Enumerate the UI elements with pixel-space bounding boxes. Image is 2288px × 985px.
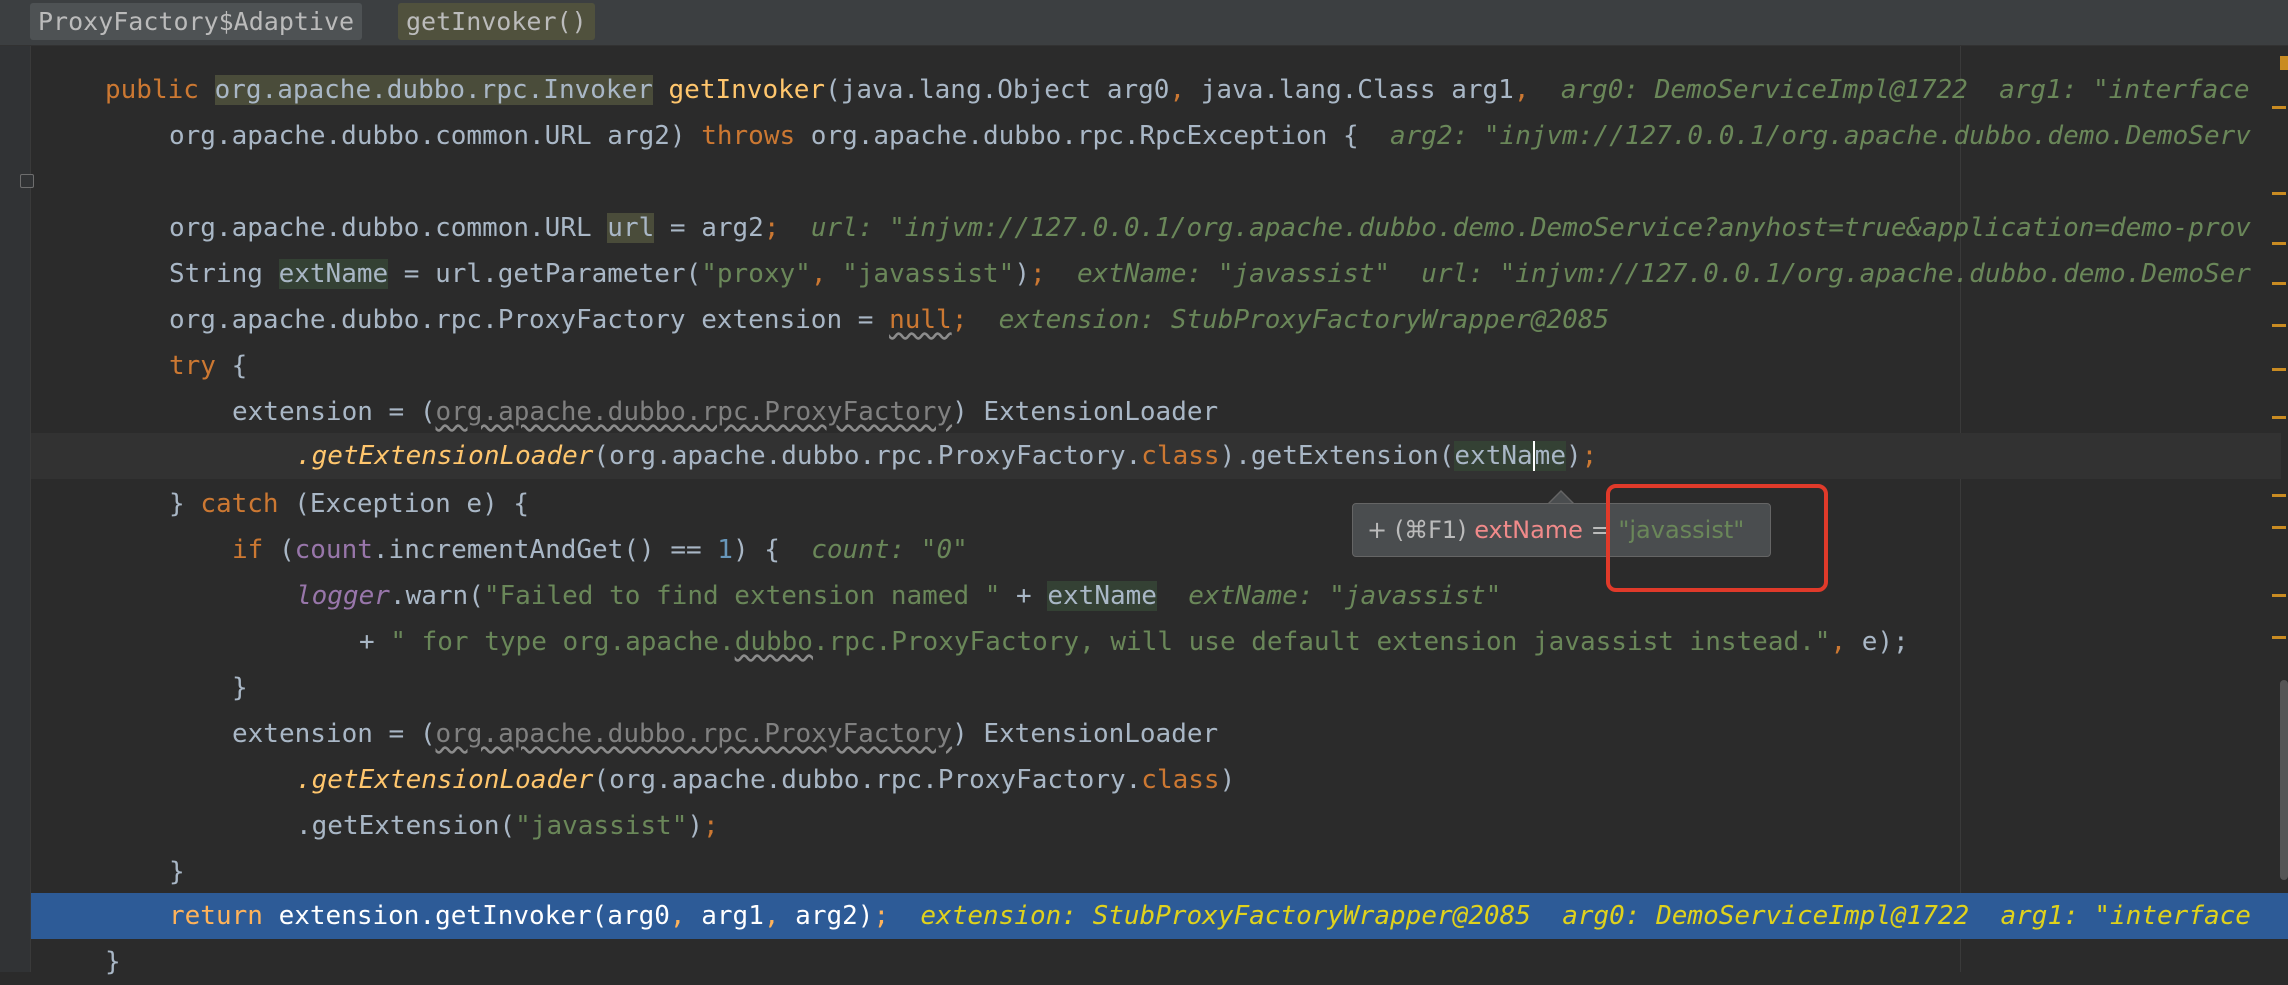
inline-debug-hint: count: "0"	[811, 535, 968, 565]
breadcrumb-class[interactable]: ProxyFactory$Adaptive	[30, 3, 363, 40]
fold-icon[interactable]	[20, 174, 34, 188]
tooltip-var-name: extName	[1474, 516, 1583, 544]
code-line-15[interactable]: extension = (org.apache.dubbo.rpc.ProxyF…	[232, 711, 1218, 757]
code-line-1[interactable]: public org.apache.dubbo.rpc.Invoker getI…	[105, 67, 2250, 113]
code-line-17[interactable]: .getExtension("javassist");	[296, 803, 719, 849]
inline-debug-hint: extName: "javassist" url: "injvm://127.0…	[1076, 259, 2251, 289]
code-line-9[interactable]: .getExtensionLoader(org.apache.dubbo.rpc…	[296, 433, 1597, 479]
annotation-highlight-box	[1606, 484, 1828, 592]
inline-debug-hint: arg0: DemoServiceImpl@1722 arg1: "interf…	[1560, 75, 2250, 105]
inline-debug-hint: url: "injvm://127.0.0.1/org.apache.dubbo…	[810, 213, 2251, 243]
code-line-5[interactable]: String extName = url.getParameter("proxy…	[169, 251, 2251, 297]
right-margin-guide	[1960, 46, 1961, 972]
inline-debug-hint: extName: "javassist"	[1188, 581, 1502, 611]
inline-debug-hint: extension: StubProxyFactoryWrapper@2085	[998, 305, 1610, 335]
vertical-scrollbar-thumb[interactable]	[2280, 680, 2288, 880]
inline-debug-hint: extension: StubProxyFactoryWrapper@2085 …	[920, 901, 2251, 931]
code-line-11[interactable]: if (count.incrementAndGet() == 1) { coun…	[232, 527, 968, 573]
code-line-2[interactable]: org.apache.dubbo.common.URL arg2) throws…	[169, 113, 2251, 159]
breadcrumb-method[interactable]: getInvoker()	[398, 3, 595, 40]
code-line-19[interactable]: return extension.getInvoker(arg0, arg1, …	[169, 893, 2251, 939]
breadcrumb: ProxyFactory$Adaptive getInvoker()	[0, 0, 2288, 46]
code-line-7[interactable]: try {	[169, 343, 247, 389]
code-line-10[interactable]: } catch (Exception e) {	[169, 481, 529, 527]
text-caret: me	[1532, 441, 1566, 471]
editor-gutter[interactable]	[0, 46, 34, 972]
code-line-14[interactable]: }	[232, 665, 248, 711]
code-line-16[interactable]: .getExtensionLoader(org.apache.dubbo.rpc…	[296, 757, 1235, 803]
code-line-20[interactable]: }	[105, 939, 121, 985]
expand-icon[interactable]: + (⌘F1)	[1353, 516, 1467, 544]
code-line-8[interactable]: extension = (org.apache.dubbo.rpc.ProxyF…	[232, 389, 1218, 435]
code-line-6[interactable]: org.apache.dubbo.rpc.ProxyFactory extens…	[169, 297, 1609, 343]
code-line-4[interactable]: org.apache.dubbo.common.URL url = arg2; …	[169, 205, 2251, 251]
code-line-18[interactable]: }	[169, 849, 185, 895]
code-line-13[interactable]: + " for type org.apache.dubbo.rpc.ProxyF…	[359, 619, 1909, 665]
inline-debug-hint: arg2: "injvm://127.0.0.1/org.apache.dubb…	[1389, 121, 2251, 151]
code-line-12[interactable]: logger.warn("Failed to find extension na…	[296, 573, 1501, 619]
